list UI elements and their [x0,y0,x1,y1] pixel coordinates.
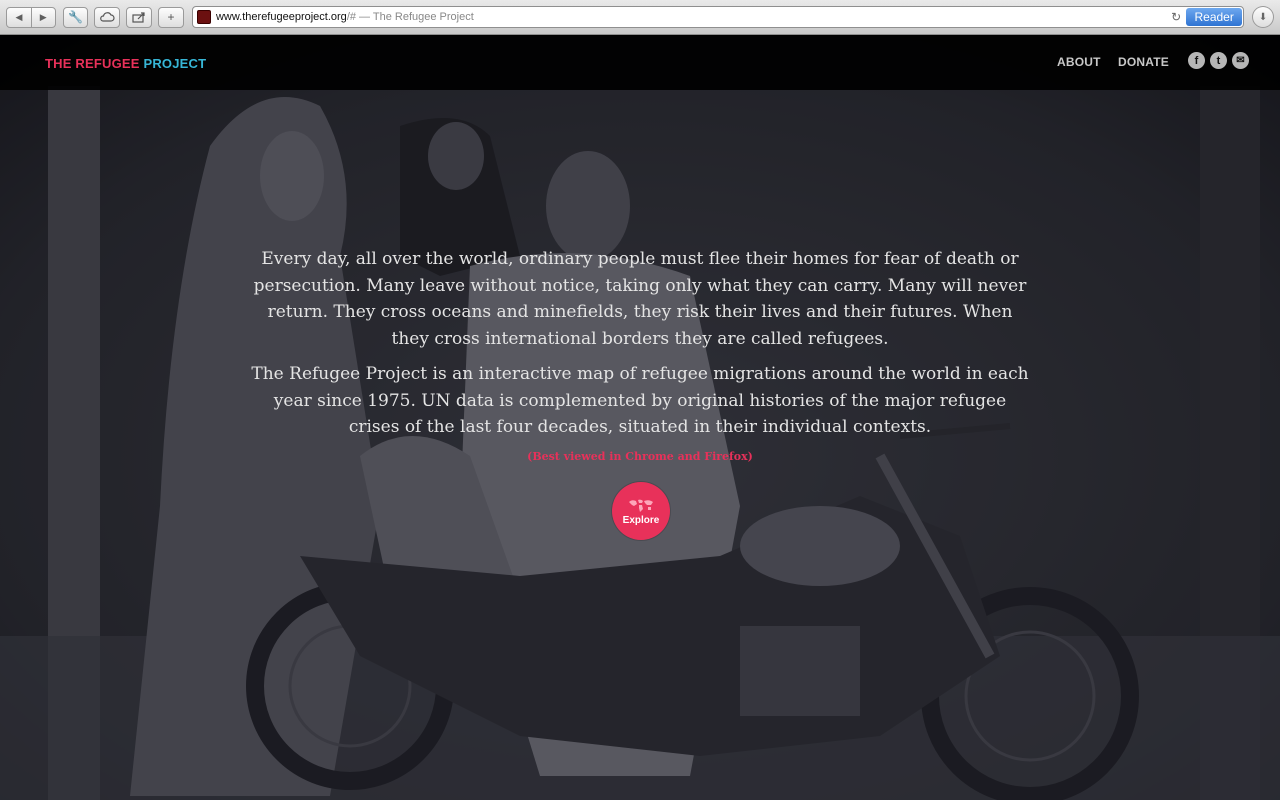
download-arrow-icon: ⬇ [1258,11,1268,23]
explore-button[interactable]: Explore [612,482,670,540]
reload-icon[interactable]: ↻ [1171,10,1181,24]
logo-text-part2: PROJECT [143,56,207,71]
cloud-icon [100,12,115,22]
reader-button[interactable]: Reader [1186,8,1243,26]
logo-text-part1: THE REFUGEE [45,56,140,71]
forward-button[interactable]: ▶ [30,7,55,27]
browser-toolbar: ◀ ▶ 🔧 + www.therefugeeproject.org/# — Th… [0,0,1280,35]
explore-label: Explore [622,515,660,526]
share-icon [132,11,145,23]
nav-about-link[interactable]: ABOUT [1057,55,1101,69]
plus-icon: + [167,10,175,24]
social-links: f t ✉ [1188,52,1254,69]
site-favicon-icon [196,10,211,24]
share-button[interactable] [126,6,153,28]
intro-text: Every day, all over the world, ordinary … [250,246,1030,441]
url-text: www.therefugeeproject.org/# — The Refuge… [216,11,474,23]
world-map-icon [629,499,653,512]
back-button[interactable]: ◀ [7,8,31,27]
nav-donate-link[interactable]: DONATE [1118,55,1169,69]
address-bar[interactable]: www.therefugeeproject.org/# — The Refuge… [191,6,1245,28]
tools-button[interactable]: 🔧 [62,6,89,28]
facebook-icon[interactable]: f [1188,52,1205,69]
intro-paragraph-2: The Refugee Project is an interactive ma… [251,364,1029,437]
site-header: THE REFUGEE PROJECT ABOUT DONATE f t ✉ [0,36,1280,90]
icloud-button[interactable] [94,6,121,28]
new-tab-button[interactable]: + [158,6,184,28]
wrench-icon: 🔧 [68,10,84,24]
history-nav: ◀ ▶ [6,6,56,28]
url-path-title: /# — The Refugee Project [346,11,474,23]
url-domain: www.therefugeeproject.org [215,11,347,23]
twitter-icon[interactable]: t [1210,52,1227,69]
site-logo[interactable]: THE REFUGEE PROJECT [45,56,206,71]
browser-note: (Best viewed in Chrome and Firefox) [527,450,753,463]
intro-paragraph-1: Every day, all over the world, ordinary … [253,249,1027,349]
downloads-button[interactable]: ⬇ [1252,6,1275,28]
page-viewport: THE REFUGEE PROJECT ABOUT DONATE f t ✉ E… [0,36,1280,800]
email-icon[interactable]: ✉ [1232,52,1249,69]
